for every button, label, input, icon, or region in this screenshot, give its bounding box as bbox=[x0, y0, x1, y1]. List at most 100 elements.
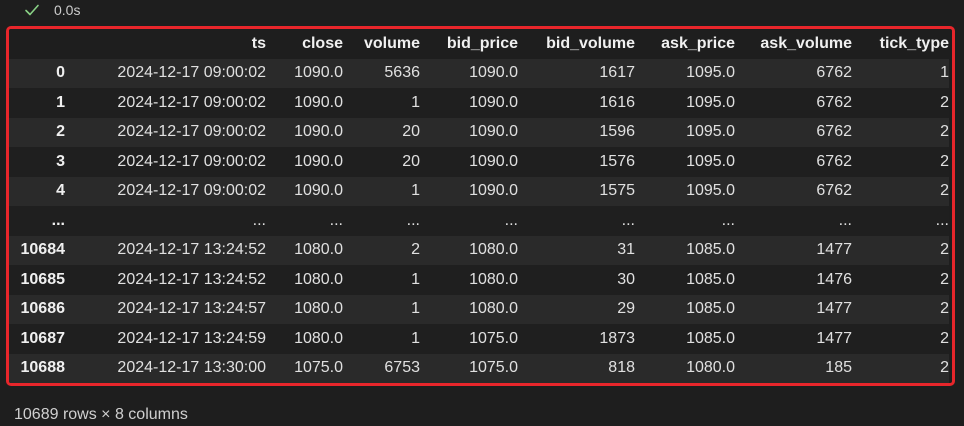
cell-ask-volume: 6762 bbox=[816, 123, 852, 141]
cell-bid-volume: ... bbox=[621, 211, 635, 229]
column-header-ts: ts bbox=[251, 34, 266, 52]
table-row: 4 2024-12-17 09:00:02 1090.0 1 1090.0 1575 109… bbox=[9, 176, 949, 206]
cell-tick-type: 2 bbox=[940, 359, 949, 377]
cell-ts: 2024-12-17 09:00:02 bbox=[117, 64, 266, 82]
check-icon bbox=[24, 2, 40, 18]
table-row: ........................... bbox=[9, 206, 949, 236]
cell-close: 1090.0 bbox=[294, 152, 343, 170]
cell-tick-type: 2 bbox=[940, 123, 949, 141]
cell-ts: 2024-12-17 09:00:02 bbox=[117, 93, 266, 111]
row-index: 10686 bbox=[20, 300, 66, 318]
cell-bid-price: 1075.0 bbox=[469, 329, 518, 347]
cell-close: 1090.0 bbox=[294, 182, 343, 200]
cell-ts: 2024-12-17 09:00:02 bbox=[117, 152, 266, 170]
cell-bid-price: 1090.0 bbox=[469, 152, 518, 170]
cell-close: ... bbox=[329, 211, 343, 229]
cell-ask-volume: 6762 bbox=[816, 64, 852, 82]
cell-ask-volume: 6762 bbox=[816, 93, 852, 111]
table-header-row: ts close volume bid_price bid_volume ask… bbox=[9, 29, 949, 59]
column-header-ask-volume: ask_volume bbox=[760, 34, 852, 52]
cell-tick-type: ... bbox=[935, 211, 949, 229]
cell-ts: 2024-12-17 13:24:57 bbox=[117, 300, 266, 318]
cell-ts: 2024-12-17 09:00:02 bbox=[117, 123, 266, 141]
cell-ask-volume: 185 bbox=[825, 359, 852, 377]
table-row: 10686 2024-12-17 13:24:57 1080.0 1 1080.0 29 1… bbox=[9, 294, 949, 324]
table-row: 10687 2024-12-17 13:24:59 1080.0 1 1075.0 187… bbox=[9, 324, 949, 354]
cell-ask-price: 1085.0 bbox=[686, 300, 735, 318]
cell-bid-volume: 31 bbox=[617, 241, 635, 259]
row-index: ... bbox=[51, 211, 65, 229]
cell-bid-price: 1080.0 bbox=[469, 300, 518, 318]
row-index: 0 bbox=[56, 64, 65, 82]
cell-volume: 20 bbox=[402, 152, 420, 170]
cell-volume: 1 bbox=[411, 300, 420, 318]
cell-tick-type: 2 bbox=[940, 300, 949, 318]
table-row: 10688 2024-12-17 13:30:00 1075.0 6753 1075.0… bbox=[9, 353, 949, 383]
row-index: 3 bbox=[56, 152, 65, 170]
cell-ask-price: 1095.0 bbox=[686, 64, 735, 82]
cell-ask-price: 1095.0 bbox=[686, 152, 735, 170]
cell-volume: 20 bbox=[402, 123, 420, 141]
cell-ask-volume: 6762 bbox=[816, 182, 852, 200]
cell-bid-price: 1090.0 bbox=[469, 93, 518, 111]
cell-ask-volume: 1477 bbox=[816, 241, 852, 259]
cell-bid-volume: 1596 bbox=[599, 123, 635, 141]
dataframe-shape: 10689 rows × 8 columns bbox=[14, 406, 188, 423]
cell-bid-price: 1090.0 bbox=[469, 182, 518, 200]
row-index: 10685 bbox=[20, 270, 66, 288]
row-index: 2 bbox=[56, 123, 65, 141]
cell-close: 1090.0 bbox=[294, 123, 343, 141]
cell-volume: 5636 bbox=[384, 64, 420, 82]
cell-ts: 2024-12-17 13:24:59 bbox=[117, 329, 266, 347]
cell-bid-volume: 818 bbox=[608, 359, 635, 377]
row-index: 4 bbox=[56, 182, 65, 200]
cell-ts: ... bbox=[252, 211, 266, 229]
row-index: 10687 bbox=[20, 329, 66, 347]
cell-volume: 1 bbox=[411, 329, 420, 347]
cell-volume: 1 bbox=[411, 93, 420, 111]
cell-close: 1080.0 bbox=[294, 270, 343, 288]
cell-ask-volume: ... bbox=[838, 211, 852, 229]
cell-volume: 6753 bbox=[384, 359, 420, 377]
column-header-ask-price: ask_price bbox=[661, 34, 735, 52]
cell-tick-type: 1 bbox=[940, 64, 949, 82]
column-header-close: close bbox=[302, 34, 343, 52]
cell-ask-price: 1095.0 bbox=[686, 93, 735, 111]
cell-volume: 2 bbox=[411, 241, 420, 259]
cell-ts: 2024-12-17 09:00:02 bbox=[117, 182, 266, 200]
column-header-index bbox=[9, 29, 65, 59]
cell-ask-price: 1085.0 bbox=[686, 241, 735, 259]
cell-volume: 1 bbox=[411, 270, 420, 288]
cell-bid-volume: 1575 bbox=[599, 182, 635, 200]
execution-time: 0.0s bbox=[54, 2, 81, 18]
cell-ask-price: 1080.0 bbox=[686, 359, 735, 377]
table-body: 0 2024-12-17 09:00:02 1090.0 5636 1090.0 1617… bbox=[9, 58, 949, 383]
cell-bid-price: 1090.0 bbox=[469, 123, 518, 141]
cell-volume: 1 bbox=[411, 182, 420, 200]
cell-bid-volume: 29 bbox=[617, 300, 635, 318]
cell-ask-price: 1085.0 bbox=[686, 329, 735, 347]
table-row: 10684 2024-12-17 13:24:52 1080.0 2 1080.0 31 1… bbox=[9, 235, 949, 265]
cell-ask-volume: 1477 bbox=[816, 300, 852, 318]
cell-close: 1080.0 bbox=[294, 329, 343, 347]
column-header-tick-type: tick_type bbox=[879, 34, 949, 52]
dataframe-output: ts close volume bid_price bid_volume ask… bbox=[6, 26, 955, 386]
cell-ask-price: 1095.0 bbox=[686, 123, 735, 141]
column-header-volume: volume bbox=[363, 34, 420, 52]
dataframe-table: ts close volume bid_price bid_volume ask… bbox=[9, 29, 949, 383]
cell-close: 1090.0 bbox=[294, 93, 343, 111]
cell-ask-volume: 1476 bbox=[816, 270, 852, 288]
cell-tick-type: 2 bbox=[940, 182, 949, 200]
row-index: 10684 bbox=[20, 241, 66, 259]
cell-close: 1090.0 bbox=[294, 64, 343, 82]
cell-tick-type: 2 bbox=[940, 241, 949, 259]
cell-ask-price: ... bbox=[721, 211, 735, 229]
cell-bid-volume: 1576 bbox=[599, 152, 635, 170]
cell-bid-volume: 1616 bbox=[599, 93, 635, 111]
cell-bid-volume: 1873 bbox=[599, 329, 635, 347]
cell-ts: 2024-12-17 13:30:00 bbox=[117, 359, 266, 377]
cell-close: 1080.0 bbox=[294, 300, 343, 318]
row-index: 10688 bbox=[20, 359, 66, 377]
table-row: 2 2024-12-17 09:00:02 1090.0 20 1090.0 1596 10… bbox=[9, 117, 949, 147]
cell-close: 1075.0 bbox=[294, 359, 343, 377]
